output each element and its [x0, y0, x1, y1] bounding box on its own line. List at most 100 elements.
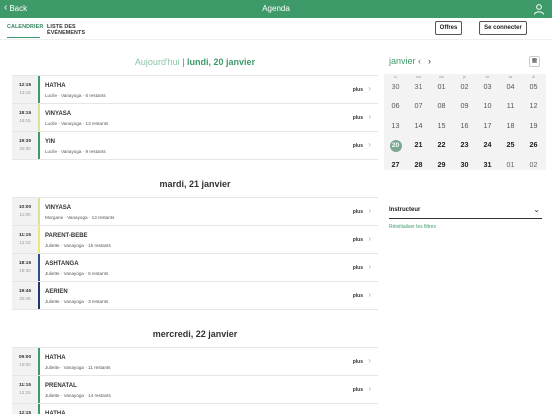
login-button[interactable]: Se connecter — [479, 21, 527, 35]
calendar-day[interactable]: 01 — [499, 158, 522, 172]
chevron-left-icon[interactable]: ‹ — [418, 56, 421, 66]
instructor-filter[interactable]: Instructeur ⌄ — [389, 205, 542, 219]
class-row[interactable]: 10:00 11:00 VINYASA Morgane · Vanayoga · 13… — [12, 198, 378, 226]
calendar-day[interactable]: 10 — [476, 99, 499, 113]
calendar-day[interactable]: 16 — [453, 119, 476, 133]
calendar-day[interactable]: 14 — [407, 119, 430, 133]
class-row[interactable]: 18:15 19:30 ASHTANGA Juliette · Vanayoga · … — [12, 254, 378, 282]
start-time: 12:15 — [18, 83, 32, 88]
class-meta: Juliette · Vanayoga · 6 restants — [45, 271, 109, 276]
class-list: 10:00 11:00 VINYASA Morgane · Vanayoga · 13… — [12, 197, 378, 310]
class-row[interactable]: 09:00 10:00 HATHA Juliette · Vanayoga · 11 … — [12, 348, 378, 376]
calendar-day[interactable]: 31 — [476, 158, 499, 172]
class-row[interactable]: 19:30 20:30 YIN Lucile · Vanayoga · 9 resta… — [12, 132, 378, 160]
calendar-day[interactable]: 20 — [384, 138, 407, 152]
chevron-right-icon[interactable]: › — [428, 56, 431, 66]
calendar-day[interactable]: 30 — [453, 158, 476, 172]
time-cell: 11:15 12:15 — [12, 376, 38, 403]
calendar-day[interactable]: 30 — [384, 80, 407, 94]
tab-liste-evenements[interactable]: LISTE DES ÉVÉNEMENTS — [47, 24, 111, 38]
calendar-day[interactable]: 19 — [522, 119, 545, 133]
calendar-day[interactable]: 25 — [499, 138, 522, 152]
more-link[interactable]: plus — [353, 143, 363, 149]
time-cell: 19:45 20:45 — [12, 282, 38, 309]
time-cell: 18:15 19:15 — [12, 104, 38, 131]
class-row[interactable]: 12:15 13:15 HATHA Lucile · Vanayoga · 6 res… — [12, 76, 378, 104]
time-cell: 11:15 12:15 — [12, 226, 38, 253]
class-name: PARENT-BEBE — [45, 233, 88, 239]
weekday-label: ve — [485, 75, 490, 79]
calendar-day[interactable]: 07 — [407, 99, 430, 113]
more-link[interactable]: plus — [353, 387, 363, 393]
more-link[interactable]: plus — [353, 209, 363, 215]
calendar-day[interactable]: 18 — [499, 119, 522, 133]
more-link[interactable]: plus — [353, 293, 363, 299]
start-time: 18:15 — [18, 261, 32, 266]
class-name: VINYASA — [45, 111, 72, 117]
calendar-day[interactable]: 01 — [430, 80, 453, 94]
class-row[interactable]: 11:15 12:15 PRENATAL Juliette · Vanayoga · … — [12, 376, 378, 404]
reset-filters-link[interactable]: Réinitialiser les filtres — [389, 224, 436, 230]
calendar-day[interactable]: 27 — [384, 158, 407, 172]
calendar-day[interactable]: 31 — [407, 80, 430, 94]
user-icon[interactable] — [533, 3, 545, 15]
tab-bar: CALENDRIER LISTE DES ÉVÉNEMENTS — [0, 18, 552, 40]
calendar-day[interactable]: 13 — [384, 119, 407, 133]
class-row[interactable]: 19:45 20:45 AERIEN Juliette · Vanayoga · 3 … — [12, 282, 378, 310]
calendar-day[interactable]: 11 — [499, 99, 522, 113]
weekday-label: me — [439, 75, 444, 79]
end-time: 20:30 — [19, 146, 31, 151]
calendar-day[interactable]: 17 — [476, 119, 499, 133]
day-heading: mardi, 21 janvier — [12, 179, 378, 189]
calendar-day[interactable]: 24 — [476, 138, 499, 152]
calendar-day[interactable]: 26 — [522, 138, 545, 152]
top-bar: ‹ Back Agenda — [0, 0, 552, 18]
more-link[interactable]: plus — [353, 87, 363, 93]
class-color-bar — [38, 76, 40, 103]
class-name: ASHTANGA — [45, 261, 79, 267]
calendar-day[interactable]: 03 — [476, 80, 499, 94]
time-cell: 09:00 10:00 — [12, 348, 38, 375]
calendar-day[interactable]: 02 — [453, 80, 476, 94]
class-row[interactable]: 12:15 HATHA — [12, 404, 378, 414]
grid-view-icon[interactable]: ▦ — [529, 56, 540, 67]
start-time: 18:15 — [18, 111, 32, 116]
calendar-day[interactable]: 22 — [430, 138, 453, 152]
class-name: YIN — [45, 139, 56, 145]
weekday-label: di — [532, 75, 535, 79]
calendar-day[interactable]: 09 — [453, 99, 476, 113]
day-heading: Aujourd'hui | lundi, 20 janvier — [12, 57, 378, 67]
calendar-day[interactable]: 15 — [430, 119, 453, 133]
more-link[interactable]: plus — [353, 359, 363, 365]
start-time: 10:00 — [18, 205, 32, 210]
chevron-right-icon: › — [368, 234, 371, 243]
end-time: 12:15 — [19, 390, 31, 395]
chevron-down-icon: ⌄ — [533, 205, 540, 214]
calendar-header: janvier ‹ › ▦ — [389, 55, 542, 69]
calendar-day[interactable]: 29 — [430, 158, 453, 172]
class-list: 09:00 10:00 HATHA Juliette · Vanayoga · 11 … — [12, 347, 378, 414]
day-title: mardi, 21 janvier — [159, 179, 231, 189]
calendar-day[interactable]: 02 — [522, 158, 545, 172]
calendar-day[interactable]: 12 — [522, 99, 545, 113]
calendar-day[interactable]: 28 — [407, 158, 430, 172]
calendar-day[interactable]: 06 — [384, 99, 407, 113]
tab-calendrier[interactable]: CALENDRIER — [7, 24, 43, 38]
weekday-label: sa — [508, 75, 513, 79]
calendar-day[interactable]: 05 — [522, 80, 545, 94]
offres-button[interactable]: Offres — [435, 21, 462, 35]
class-row[interactable]: 18:15 19:15 VINYASA Lucile · Vanayoga · 13 … — [12, 104, 378, 132]
start-time: 09:00 — [18, 355, 32, 360]
calendar-day[interactable]: 04 — [499, 80, 522, 94]
calendar-day[interactable]: 23 — [453, 138, 476, 152]
chevron-right-icon: › — [368, 384, 371, 393]
calendar-day[interactable]: 21 — [407, 138, 430, 152]
more-link[interactable]: plus — [353, 237, 363, 243]
more-link[interactable]: plus — [353, 265, 363, 271]
start-time: 19:30 — [18, 139, 32, 144]
class-row[interactable]: 11:15 12:15 PARENT-BEBE Juliette · Vanayoga… — [12, 226, 378, 254]
calendar-grid: lu ma me je ve sa di 30 31 01 02 03 04 05 06 07 08 09 10 11… — [384, 74, 546, 170]
class-meta: Lucile · Vanayoga · 13 restants — [45, 121, 109, 126]
calendar-day[interactable]: 08 — [430, 99, 453, 113]
more-link[interactable]: plus — [353, 115, 363, 121]
